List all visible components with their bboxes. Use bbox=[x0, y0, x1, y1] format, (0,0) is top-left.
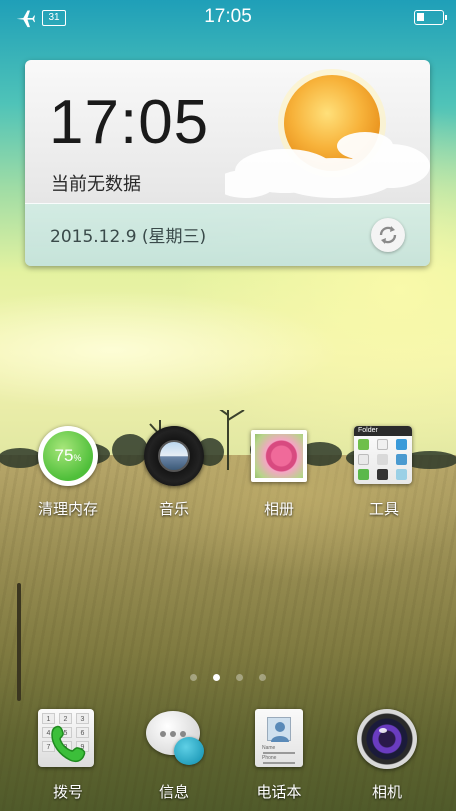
memory-percent-unit: % bbox=[73, 453, 82, 463]
mini-app-icon bbox=[377, 454, 388, 465]
sun-cloud-icon bbox=[225, 69, 430, 198]
memory-ring: 75% bbox=[38, 426, 98, 486]
dialer-icon: 1 2 3 4 5 6 7 8 9 bbox=[38, 709, 98, 769]
folder-title: Folder bbox=[354, 426, 412, 436]
mini-app-icon bbox=[358, 454, 369, 465]
bubble-dot bbox=[180, 731, 186, 737]
widget-weather-status: 当前无数据 bbox=[51, 174, 141, 195]
dock-messages[interactable]: 信息 bbox=[124, 709, 224, 809]
contacts-card: Name Phone bbox=[255, 709, 303, 767]
page-dot[interactable] bbox=[259, 674, 266, 681]
page-indicator[interactable] bbox=[186, 674, 270, 684]
wallpaper-clouds bbox=[0, 290, 340, 410]
folder-preview: Folder bbox=[354, 426, 412, 484]
app-label: 工具 bbox=[368, 500, 399, 518]
memory-cleaner-icon: 75% bbox=[38, 426, 98, 486]
photo-flower bbox=[255, 434, 303, 478]
app-clean-memory[interactable]: 75% 清理内存 bbox=[18, 426, 118, 526]
refresh-button[interactable] bbox=[371, 218, 405, 252]
lens-glint bbox=[379, 728, 387, 733]
status-clock: 17:05 bbox=[204, 6, 252, 27]
mini-app-icon bbox=[396, 469, 407, 480]
dock-label: 电话本 bbox=[256, 783, 302, 801]
contact-avatar-icon bbox=[267, 717, 291, 742]
photo-frame bbox=[251, 430, 307, 482]
photo-album-icon bbox=[249, 426, 309, 486]
dock-dialer[interactable]: 1 2 3 4 5 6 7 8 9 拨号 bbox=[18, 709, 118, 809]
widget-time: 17:05 bbox=[49, 88, 210, 157]
dialer-keypad: 1 2 3 4 5 6 7 8 9 bbox=[38, 709, 94, 767]
page-dot[interactable] bbox=[190, 674, 197, 681]
mini-app-icon bbox=[396, 439, 407, 450]
dock-label: 拨号 bbox=[52, 783, 83, 801]
music-icon bbox=[144, 426, 204, 486]
folder-app-grid bbox=[358, 439, 408, 481]
mini-app-icon bbox=[377, 469, 388, 480]
bubble-dot bbox=[160, 731, 166, 737]
contacts-field-line bbox=[263, 762, 295, 764]
battery-level bbox=[417, 13, 424, 21]
mini-app-icon bbox=[396, 454, 407, 465]
folder-tools[interactable]: Folder 工具 bbox=[334, 426, 434, 526]
mini-app-icon bbox=[377, 439, 388, 450]
widget-date: 2015.12.9 (星期三) bbox=[50, 227, 207, 247]
message-bubble-small bbox=[174, 737, 204, 765]
contacts-field-label: Phone bbox=[262, 755, 277, 761]
messages-icon bbox=[144, 709, 204, 769]
mini-app-icon bbox=[358, 439, 369, 450]
dock-camera[interactable]: 相机 bbox=[337, 709, 437, 809]
dock-contacts[interactable]: Name Phone 电话本 bbox=[229, 709, 329, 809]
app-label: 音乐 bbox=[158, 500, 189, 518]
page-dot[interactable] bbox=[236, 674, 243, 681]
dock-label: 信息 bbox=[158, 783, 189, 801]
memory-percent: 75% bbox=[43, 431, 93, 481]
music-disc bbox=[144, 426, 204, 486]
clock-weather-widget[interactable]: 17:05 当前无数据 2015.12.9 (星期三) bbox=[25, 60, 430, 266]
contacts-field-line bbox=[263, 752, 295, 754]
contacts-field-label: Name bbox=[262, 745, 276, 751]
mini-app-icon bbox=[358, 469, 369, 480]
contacts-icon: Name Phone bbox=[249, 709, 309, 769]
person-icon bbox=[271, 722, 289, 742]
wallpaper-fence-post bbox=[17, 583, 21, 701]
refresh-icon bbox=[379, 226, 397, 244]
bubble-dot bbox=[170, 731, 176, 737]
app-album[interactable]: 相册 bbox=[229, 426, 329, 526]
app-label: 相册 bbox=[263, 500, 294, 518]
folder-icon: Folder bbox=[354, 426, 414, 486]
page-dot-active[interactable] bbox=[213, 674, 220, 681]
phone-handset-icon bbox=[51, 725, 86, 763]
memory-percent-value: 75 bbox=[54, 446, 74, 465]
dock-label: 相机 bbox=[371, 783, 402, 801]
battery-icon bbox=[414, 10, 447, 25]
status-bar: 31 17:05 bbox=[0, 0, 456, 36]
camera-icon bbox=[357, 709, 417, 769]
camera-lens bbox=[357, 709, 417, 769]
app-music[interactable]: 音乐 bbox=[124, 426, 224, 526]
app-label: 清理内存 bbox=[37, 500, 98, 518]
music-lens bbox=[158, 440, 190, 472]
